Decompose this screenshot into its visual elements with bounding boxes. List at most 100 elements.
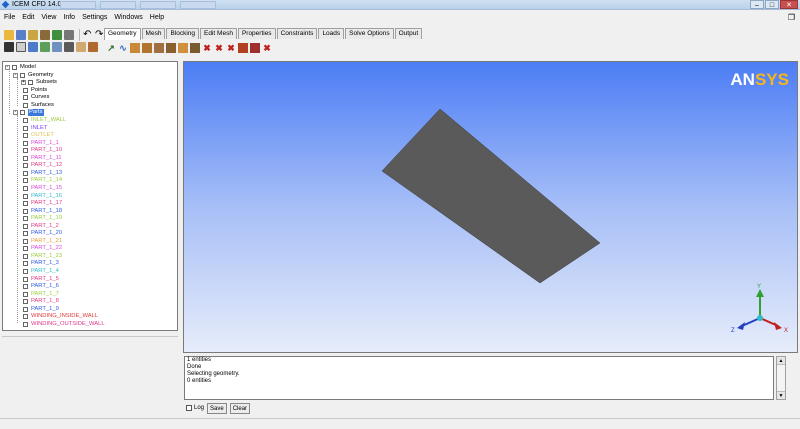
tree-part-item[interactable]: PART_1_23 [23, 253, 62, 260]
tree-part-item[interactable]: PART_1_15 [23, 185, 62, 192]
tree-checkbox[interactable] [23, 299, 28, 305]
tree-part-item[interactable]: PART_1_6 [23, 283, 59, 290]
tree-checkbox[interactable] [23, 103, 28, 108]
tree-checkbox[interactable] [12, 65, 17, 70]
tree-part-item[interactable]: PART_1_4 [23, 268, 59, 275]
tree-checkbox[interactable] [23, 95, 28, 100]
shaded-display-icon[interactable] [64, 42, 74, 52]
tree-model[interactable]: - Model [5, 64, 36, 71]
transform-icon[interactable] [76, 42, 86, 52]
close-button[interactable]: ✕ [780, 0, 798, 9]
create-surface-icon[interactable] [130, 43, 140, 53]
tree-checkbox[interactable] [23, 155, 28, 161]
tab-solve-options[interactable]: Solve Options [345, 28, 394, 39]
tree-part-item[interactable]: INLET [23, 125, 47, 132]
tree-checkbox[interactable] [23, 291, 28, 297]
tree-part-item[interactable]: PART_1_20 [23, 230, 62, 237]
restore-geometry-icon[interactable] [190, 43, 200, 53]
minimize-button[interactable]: – [750, 0, 764, 9]
tab-edit-mesh[interactable]: Edit Mesh [200, 28, 237, 39]
tree-part-item[interactable]: PART_1_18 [23, 208, 62, 215]
delete-body-icon[interactable] [238, 43, 248, 53]
tree-checkbox[interactable] [23, 178, 28, 184]
tree-curves[interactable]: Curves [23, 94, 49, 101]
tab-output[interactable]: Output [394, 28, 423, 39]
zoom-box-icon[interactable] [16, 42, 26, 52]
delete-any-entity-icon[interactable] [250, 43, 260, 53]
tree-part-item[interactable]: OUTLET [23, 132, 54, 139]
tree-part-item[interactable]: PART_1_11 [23, 155, 62, 162]
tree-part-item[interactable]: WINDING_INSIDE_WALL [23, 313, 98, 320]
save-project-icon[interactable] [16, 30, 26, 40]
taskbar-item-4[interactable] [180, 1, 216, 9]
tree-part-item[interactable]: PART_1_8 [23, 298, 59, 305]
display-toggle-icon[interactable] [40, 42, 50, 52]
expand-icon[interactable]: + [21, 80, 26, 85]
tree-checkbox[interactable] [23, 253, 28, 259]
tree-part-item[interactable]: PART_1_9 [23, 306, 59, 313]
tree-part-item[interactable]: PART_1_13 [23, 170, 62, 177]
save-button[interactable]: Save [207, 402, 227, 414]
create-body-icon[interactable] [142, 43, 152, 53]
menu-view[interactable]: View [41, 14, 56, 21]
tree-part-item[interactable]: PART_1_3 [23, 260, 59, 267]
open-mesh-icon[interactable] [52, 30, 62, 40]
tree-part-item[interactable]: PART_1_7 [23, 291, 59, 298]
tree-checkbox[interactable] [23, 269, 28, 274]
tree-part-item[interactable]: INLET_WALL [23, 117, 66, 124]
tree-checkbox[interactable] [23, 261, 28, 267]
graphics-viewport[interactable]: ANSYS Y X Z [183, 61, 798, 353]
tree-part-item[interactable]: PART_1_16 [23, 193, 62, 200]
tree-checkbox[interactable] [23, 193, 28, 199]
clear-button[interactable]: Clear [229, 402, 251, 414]
create-point-icon[interactable]: ↗ [106, 43, 116, 53]
menu-file[interactable]: File [4, 14, 15, 21]
tree-checkbox[interactable] [23, 246, 28, 252]
menu-settings[interactable]: Settings [82, 14, 107, 21]
tree-part-item[interactable]: PART_1_12 [23, 162, 62, 169]
tree-checkbox[interactable] [23, 306, 28, 312]
tree-checkbox[interactable] [23, 321, 28, 327]
restore-window-icon[interactable]: ❐ [788, 13, 795, 22]
scroll-up-icon[interactable]: ▲ [777, 357, 785, 365]
delete-entity-icon[interactable]: ✖ [262, 43, 272, 53]
geometry-surface-icon[interactable] [88, 42, 98, 52]
view-options-icon[interactable] [52, 42, 62, 52]
tree-checkbox[interactable] [23, 208, 28, 214]
tree-checkbox[interactable] [23, 185, 28, 191]
tab-properties[interactable]: Properties [237, 28, 276, 39]
measure-icon[interactable] [28, 42, 38, 52]
tab-blocking[interactable]: Blocking [166, 28, 200, 39]
tab-loads[interactable]: Loads [318, 28, 345, 39]
flat-surface[interactable] [381, 108, 601, 284]
tree-checkbox[interactable] [23, 216, 28, 222]
tree-part-item[interactable]: PART_1_5 [23, 276, 59, 283]
tree-part-item[interactable]: PART_1_22 [23, 245, 62, 252]
repair-geometry-icon[interactable] [166, 43, 176, 53]
tree-part-item[interactable]: PART_1_21 [23, 238, 62, 245]
menu-help[interactable]: Help [150, 14, 164, 21]
tree-checkbox[interactable] [23, 314, 28, 320]
save-geometry-icon[interactable] [40, 30, 50, 40]
message-scrollbar[interactable]: ▲ ▼ [776, 356, 786, 400]
open-geometry-icon[interactable] [28, 30, 38, 40]
tree-part-item[interactable]: PART_1_14 [23, 177, 62, 184]
tab-constraints[interactable]: Constraints [276, 28, 318, 39]
collapse-icon[interactable]: - [5, 65, 10, 70]
tree-checkbox[interactable] [23, 88, 28, 93]
taskbar-item-3[interactable] [140, 1, 176, 9]
tree-checkbox[interactable] [23, 163, 28, 169]
tree-parts[interactable]: - Parts [13, 109, 44, 116]
tree-checkbox[interactable] [23, 238, 28, 244]
log-checkbox[interactable] [186, 405, 192, 411]
fit-window-icon[interactable] [4, 42, 14, 52]
tree-checkbox[interactable] [23, 284, 28, 290]
tree-part-item[interactable]: PART_1_1 [23, 140, 59, 147]
tab-geometry[interactable]: Geometry [104, 28, 141, 40]
tree-checkbox[interactable] [23, 133, 28, 139]
delete-surface-icon[interactable]: ✖ [226, 43, 236, 53]
tree-part-item[interactable]: PART_1_19 [23, 215, 62, 222]
tab-mesh[interactable]: Mesh [141, 28, 166, 39]
surface-mesh-icon[interactable] [154, 43, 164, 53]
tree-checkbox[interactable] [23, 170, 28, 176]
